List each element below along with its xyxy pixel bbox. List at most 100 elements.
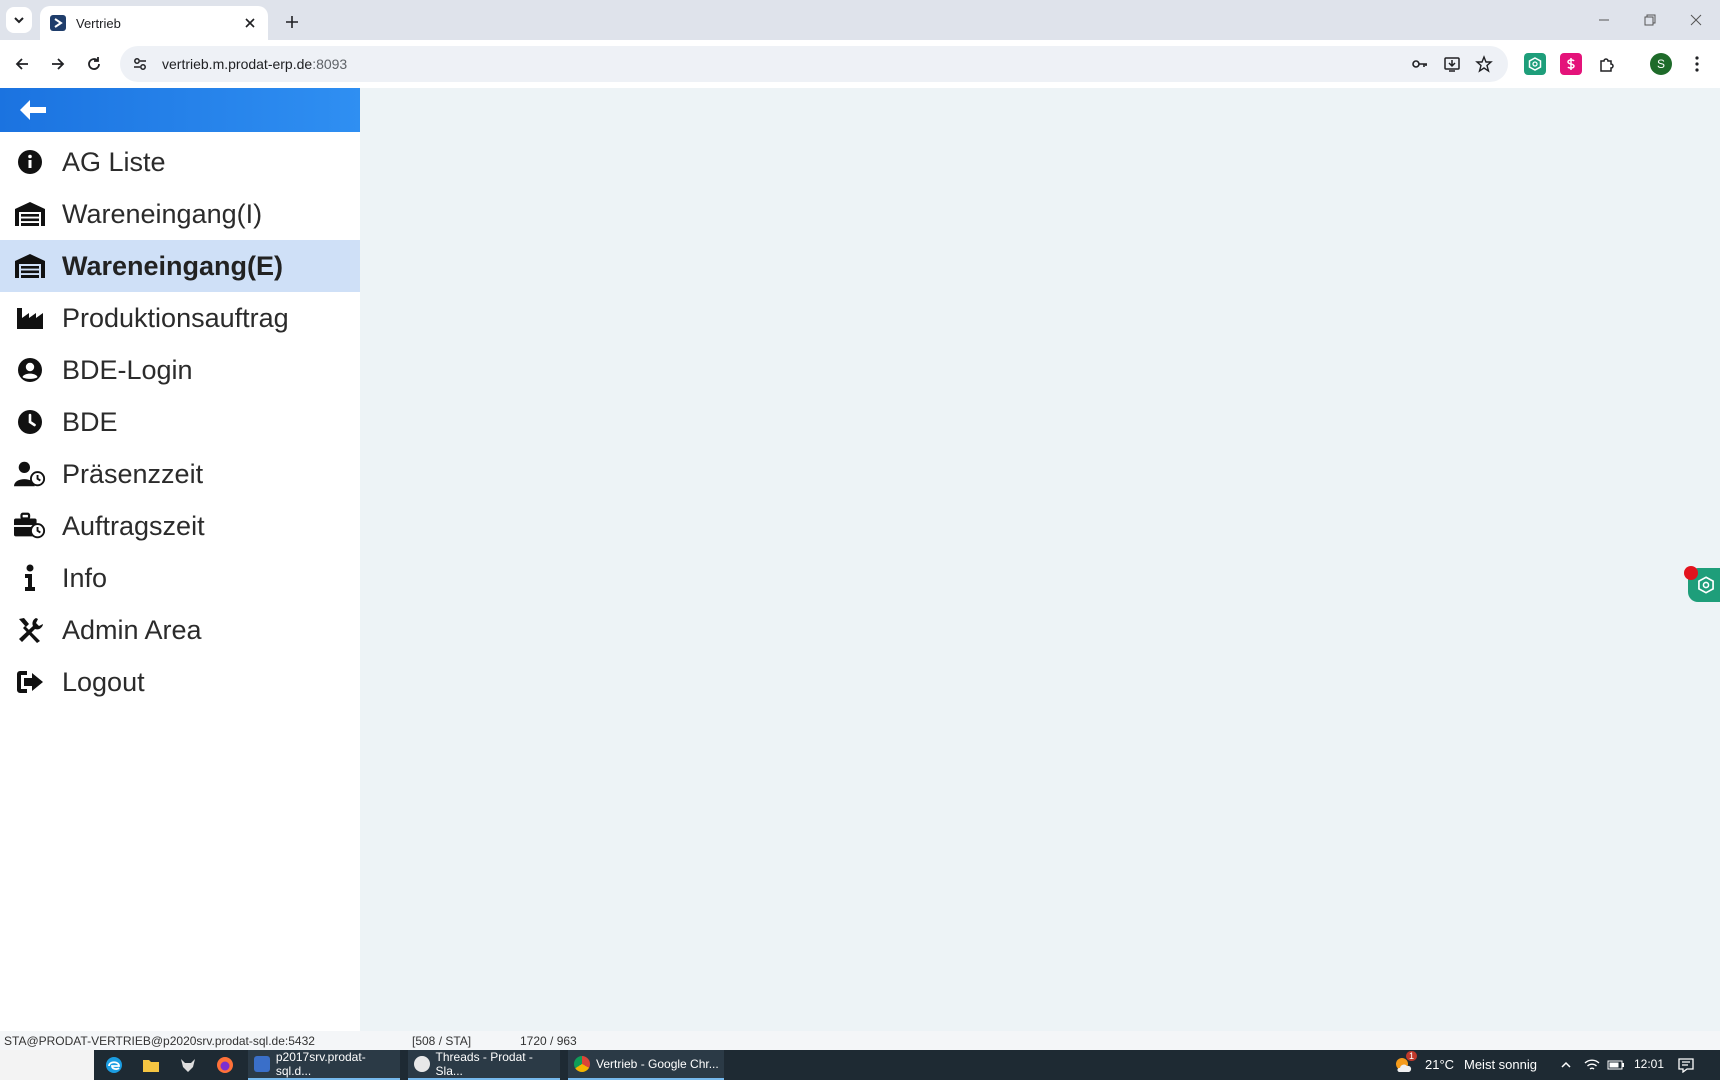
tab-title: Vertrieb [76,15,121,31]
firefox-taskbar-button[interactable] [215,1055,235,1075]
sidebar-item-wareneingang-i[interactable]: Wareneingang(I) [0,188,360,240]
new-tab-button[interactable] [280,10,304,34]
warehouse-icon [14,198,46,230]
app-statusbar: STA@PRODAT-VERTRIEB@p2020srv.prodat-sql.… [0,1031,1720,1050]
prodat-favicon-icon [50,15,66,31]
close-icon [1690,14,1702,26]
notifications-button[interactable] [1676,1055,1696,1075]
bookmark-star-button[interactable] [1474,54,1494,74]
address-bar[interactable]: vertrieb.m.prodat-erp.de:8093 [120,46,1508,82]
tab-search-button[interactable] [6,7,32,33]
url-host: vertrieb.m.prodat-erp.de [162,56,313,72]
reload-button[interactable] [82,52,106,76]
sidebar: AG Liste Wareneingang(I) Wareneingang(E) [0,88,360,1031]
user-circle-icon [14,354,46,386]
back-button[interactable] [10,52,34,76]
notification-icon [1678,1058,1694,1073]
info-icon [14,562,46,594]
connection-string: STA@PRODAT-VERTRIEB@p2020srv.prodat-sql.… [4,1034,315,1048]
taskbar-app-remote[interactable]: p2017srv.prodat-sql.d... [248,1050,400,1080]
key-icon [1412,60,1427,68]
puzzle-icon [1600,58,1614,72]
url-port: :8093 [312,56,348,72]
minimize-icon [1599,19,1609,21]
fox-icon [181,1059,195,1072]
kebab-menu-icon [1695,56,1699,72]
dollar-icon [1567,58,1575,70]
sidebar-item-label: Logout [62,666,145,697]
sidebar-item-produktionsauftrag[interactable]: Produktionsauftrag [0,292,360,344]
gimp-taskbar-button[interactable] [178,1055,198,1075]
tab-close-button[interactable] [242,15,258,31]
sidebar-item-bde[interactable]: BDE [0,396,360,448]
sidebar-item-auftragszeit[interactable]: Auftragszeit [0,500,360,552]
user-info: [508 / STA] [412,1034,472,1048]
info-circle-icon [14,146,46,178]
password-key-button[interactable] [1410,54,1430,74]
sidebar-item-admin-area[interactable]: Admin Area [0,604,360,656]
star-icon [1475,55,1493,73]
weather-text: Meist sonnig [1464,1057,1537,1072]
extensions-button[interactable] [1596,53,1618,75]
taskbar-app-label: p2017srv.prodat-sql.d... [275,1050,366,1078]
sidebar-item-bde-login[interactable]: BDE-Login [0,344,360,396]
notification-dot [1684,566,1698,580]
sign-out-icon [14,666,46,698]
browser-tab-vertrieb[interactable]: Vertrieb [40,6,268,40]
industry-icon [14,302,46,334]
hexagon-icon [1698,576,1714,594]
restore-button[interactable] [1638,8,1662,32]
sidebar-item-label: Präsenzzeit [62,458,204,489]
sidebar-item-ag-liste[interactable]: AG Liste [0,136,360,188]
chevron-down-icon [14,17,24,24]
profile-avatar[interactable]: S [1650,53,1672,75]
tools-icon [14,614,46,646]
extension-openai-button[interactable] [1524,53,1546,75]
sidebar-item-logout[interactable]: Logout [0,656,360,708]
forward-button[interactable] [46,52,70,76]
wifi-icon [1584,1059,1600,1070]
taskbar-app-label: Vertrieb - Google Chr... [596,1057,719,1071]
url-text: vertrieb.m.prodat-erp.de:8093 [162,56,347,72]
briefcase-clock-icon [14,510,46,542]
explorer-taskbar-button[interactable] [141,1055,161,1075]
sidebar-item-label: Produktionsauftrag [62,302,289,333]
install-app-button[interactable] [1442,54,1462,74]
firefox-icon [217,1057,233,1073]
weather-badge: 1 [1406,1051,1418,1061]
install-icon [1444,57,1460,72]
taskbar-app-label: Threads - Prodat - Sla... [435,1050,533,1078]
taskbar-start-area[interactable] [0,1050,94,1080]
chevron-up-icon [1561,1061,1571,1068]
edge-taskbar-button[interactable] [104,1055,124,1075]
temperature-text: 21°C [1425,1057,1455,1072]
browser-tabstrip: Vertrieb [0,0,1720,40]
sidebar-item-label: BDE [62,406,118,437]
slack-icon [414,1056,430,1072]
battery-icon [1607,1060,1624,1070]
site-settings-icon[interactable] [132,56,148,72]
tray-chevron-button[interactable] [1556,1055,1576,1075]
sidebar-item-label: Wareneingang(I) [62,198,263,229]
clock-icon [14,406,46,438]
minimize-button[interactable] [1592,8,1616,32]
battery-tray-button[interactable] [1606,1055,1626,1075]
sidebar-item-info[interactable]: Info [0,552,360,604]
taskbar-app-threads[interactable]: Threads - Prodat - Sla... [408,1050,560,1080]
browser-menu-button[interactable] [1686,53,1708,75]
hexagon-icon [1528,57,1542,71]
edge-icon [106,1057,122,1073]
reload-icon [88,57,100,70]
window-close-button[interactable] [1684,8,1708,32]
sidebar-item-praesenzzeit[interactable]: Präsenzzeit [0,448,360,500]
sidebar-item-wareneingang-e[interactable]: Wareneingang(E) [0,240,360,292]
back-arrow-icon[interactable] [18,98,48,122]
network-tray-button[interactable] [1582,1055,1602,1075]
close-icon [245,18,255,28]
sidebar-item-label: Wareneingang(E) [62,250,284,281]
resolution-info: 1720 / 963 [520,1034,577,1048]
sidebar-menu: AG Liste Wareneingang(I) Wareneingang(E) [0,136,360,708]
extension-dollar-button[interactable] [1560,53,1582,75]
taskbar-app-chrome[interactable]: Vertrieb - Google Chr... [568,1050,724,1080]
browser-toolbar: vertrieb.m.prodat-erp.de:8093 S [0,40,1720,88]
